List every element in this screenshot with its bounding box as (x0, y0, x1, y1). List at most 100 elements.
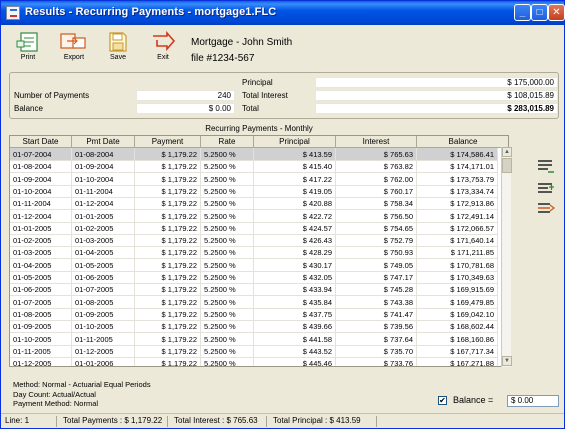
table-cell: $ 1,179.22 (135, 148, 201, 161)
column-header[interactable]: Rate (201, 136, 254, 148)
table-cell: 01-07-2004 (10, 148, 72, 161)
exit-button[interactable]: Exit (145, 31, 181, 69)
save-button[interactable]: Save (100, 31, 136, 69)
table-row[interactable]: 01-03-2005 01-04-2005 $ 1,179.22 5.2500 % $ … (10, 246, 498, 260)
total-label: Total (242, 104, 259, 113)
table-cell: 01-04-2005 (72, 246, 135, 260)
scroll-up-arrow-icon[interactable]: ▲ (502, 147, 512, 157)
table-cell: $ 171,640.14 (417, 234, 498, 248)
title-bar[interactable]: Results - Recurring Payments - mortgage1… (1, 1, 565, 25)
table-cell: 01-03-2005 (10, 246, 72, 260)
rows-add-icon[interactable] (536, 158, 556, 174)
table-row[interactable]: 01-09-2005 01-10-2005 $ 1,179.22 5.2500 % $ … (10, 320, 498, 334)
table-row[interactable]: 01-07-2005 01-08-2005 $ 1,179.22 5.2500 % $ … (10, 295, 498, 309)
table-cell: 01-08-2004 (72, 148, 135, 161)
table-cell: 5.2500 % (201, 221, 254, 235)
table-cell: 01-09-2005 (10, 320, 72, 334)
table-cell: $ 419.05 (254, 184, 336, 198)
table-cell: $ 1,179.22 (135, 295, 201, 309)
table-cell: 01-07-2005 (10, 295, 72, 309)
rows-insert-icon[interactable] (536, 181, 556, 197)
table-cell: $ 1,179.22 (135, 246, 201, 260)
table-cell: $ 430.17 (254, 258, 336, 272)
table-cell: $ 1,179.22 (135, 283, 201, 297)
rows-export-icon[interactable] (536, 201, 556, 217)
table-cell: $ 420.88 (254, 197, 336, 211)
table-row[interactable]: 01-01-2005 01-02-2005 $ 1,179.22 5.2500 % $ … (10, 221, 498, 235)
grid-header: Start Date Pmt Date Payment Rate Principal In… (10, 136, 508, 148)
table-cell: $ 435.84 (254, 295, 336, 309)
column-header[interactable]: Balance (417, 136, 508, 148)
table-row[interactable]: 01-10-2005 01-11-2005 $ 1,179.22 5.2500 % $ … (10, 332, 498, 346)
table-cell: 5.2500 % (201, 320, 254, 334)
table-row[interactable]: 01-04-2005 01-05-2005 $ 1,179.22 5.2500 % $ … (10, 258, 498, 272)
balance-label: Balance (14, 104, 43, 113)
table-cell: $ 417.22 (254, 172, 336, 186)
app-icon[interactable] (6, 6, 20, 20)
account-name: Mortgage - John Smith (191, 37, 293, 48)
table-row[interactable]: 01-12-2004 01-01-2005 $ 1,179.22 5.2500 % $ … (10, 209, 498, 223)
table-cell: 5.2500 % (201, 258, 254, 272)
table-cell: $ 1,179.22 (135, 258, 201, 272)
table-cell: $ 760.17 (336, 184, 417, 198)
status-bar: Line: 1 Total Payments : $ 1,179.22 Tota… (1, 413, 564, 428)
table-row[interactable]: 01-12-2005 01-01-2006 $ 1,179.22 5.2500 % $ … (10, 357, 498, 366)
scroll-down-arrow-icon[interactable]: ▼ (502, 356, 512, 366)
table-cell: $ 413.59 (254, 148, 336, 161)
print-button[interactable]: Print (10, 31, 46, 69)
table-row[interactable]: 01-02-2005 01-03-2005 $ 1,179.22 5.2500 % $ … (10, 234, 498, 248)
table-cell: $ 1,179.22 (135, 209, 201, 223)
exit-label: Exit (157, 54, 169, 61)
column-header[interactable]: Start Date (10, 136, 72, 148)
export-button[interactable]: Export (56, 31, 92, 69)
table-cell: $ 169,042.10 (417, 307, 498, 321)
vertical-scrollbar[interactable]: ▲ ▼ (501, 147, 512, 367)
table-cell: 01-01-2005 (72, 209, 135, 223)
total-value: $ 283,015.89 (315, 103, 558, 114)
table-cell: $ 762.00 (336, 172, 417, 186)
file-number: file #1234-567 (191, 53, 255, 64)
table-cell: $ 174,171.01 (417, 160, 498, 174)
table-row[interactable]: 01-09-2004 01-10-2004 $ 1,179.22 5.2500 % $ … (10, 172, 498, 186)
table-row[interactable]: 01-11-2005 01-12-2005 $ 1,179.22 5.2500 % $ … (10, 344, 498, 358)
table-row[interactable]: 01-05-2005 01-06-2005 $ 1,179.22 5.2500 % $ … (10, 271, 498, 284)
table-cell: 01-06-2005 (72, 271, 135, 284)
table-cell: $ 1,179.22 (135, 160, 201, 174)
table-cell: 5.2500 % (201, 283, 254, 297)
table-cell: 01-05-2005 (72, 258, 135, 272)
status-total-principal: Total Principal : $ 413.59 (273, 416, 361, 425)
table-cell: 5.2500 % (201, 307, 254, 321)
balance-checkbox[interactable]: ✔ (438, 396, 447, 405)
scroll-thumb[interactable] (502, 158, 512, 173)
table-row[interactable]: 01-07-2004 01-08-2004 $ 1,179.22 5.2500 % $ … (10, 148, 498, 161)
table-cell: 01-04-2005 (10, 258, 72, 272)
table-row[interactable]: 01-11-2004 01-12-2004 $ 1,179.22 5.2500 % $ … (10, 197, 498, 211)
table-cell: 01-08-2005 (72, 295, 135, 309)
balance-field[interactable]: $ 0.00 (507, 395, 559, 407)
column-header[interactable]: Principal (254, 136, 336, 148)
close-button[interactable]: ✕ (548, 4, 565, 21)
table-row[interactable]: 01-08-2004 01-09-2004 $ 1,179.22 5.2500 % $ … (10, 160, 498, 174)
table-cell: 01-10-2004 (10, 184, 72, 198)
table-cell: 01-11-2004 (10, 197, 72, 211)
table-cell: $ 172,066.57 (417, 221, 498, 235)
column-header[interactable]: Pmt Date (72, 136, 135, 148)
table-cell: $ 737.64 (336, 332, 417, 346)
maximize-button[interactable]: □ (531, 4, 548, 21)
column-header[interactable]: Interest (336, 136, 417, 148)
table-cell: $ 1,179.22 (135, 197, 201, 211)
table-row[interactable]: 01-08-2005 01-09-2005 $ 1,179.22 5.2500 % $ … (10, 307, 498, 321)
table-cell: 5.2500 % (201, 172, 254, 186)
table-cell: $ 758.34 (336, 197, 417, 211)
column-header[interactable]: Payment (135, 136, 201, 148)
minimize-button[interactable]: _ (514, 4, 531, 21)
export-icon (60, 33, 86, 49)
table-cell: $ 1,179.22 (135, 234, 201, 248)
table-cell: 01-12-2005 (72, 344, 135, 358)
grid-title: Recurring Payments - Monthly (205, 124, 313, 133)
table-row[interactable]: 01-10-2004 01-11-2004 $ 1,179.22 5.2500 % $ … (10, 184, 498, 198)
num-payments-label: Number of Payments (14, 91, 90, 100)
table-cell: 01-07-2005 (72, 283, 135, 297)
table-row[interactable]: 01-06-2005 01-07-2005 $ 1,179.22 5.2500 % $ … (10, 283, 498, 297)
payments-grid[interactable]: Start Date Pmt Date Payment Rate Principal In… (9, 135, 509, 367)
